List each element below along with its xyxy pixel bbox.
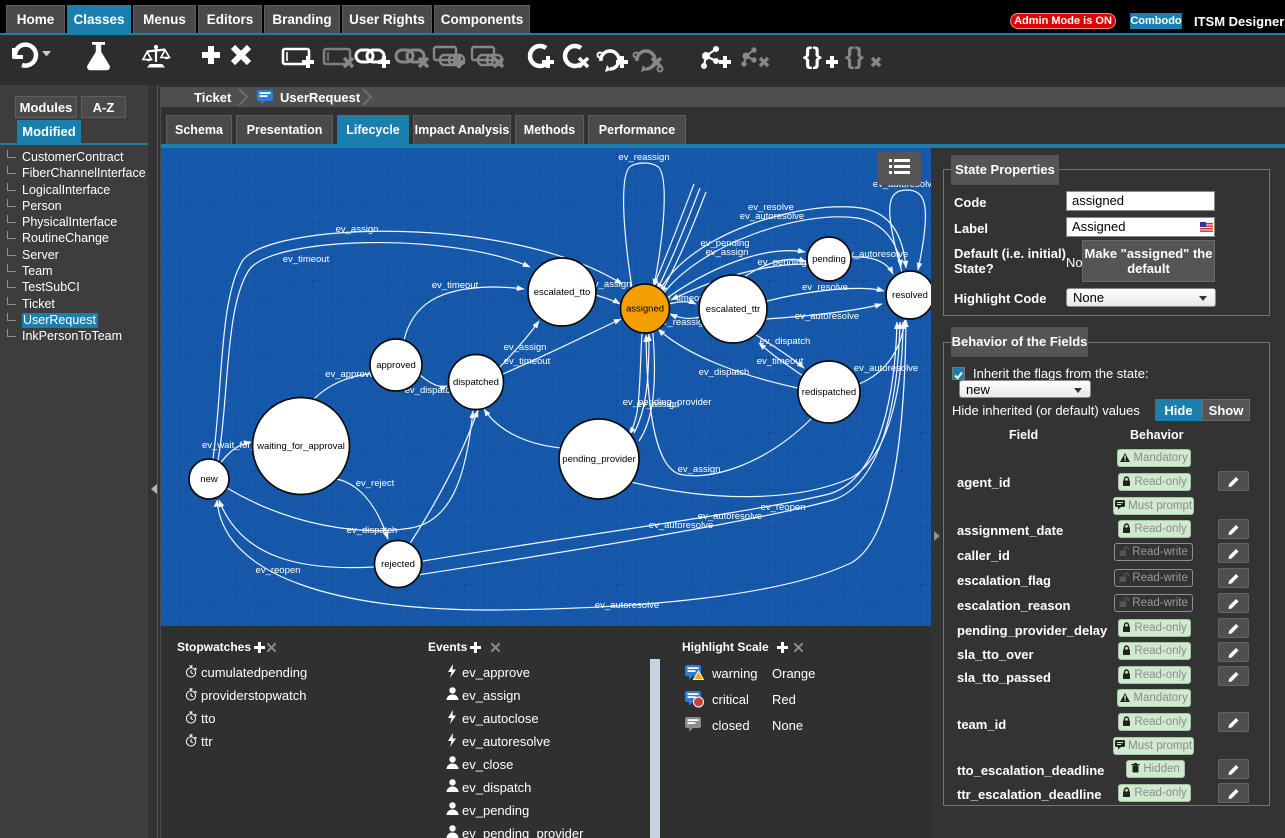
svg-text:ev_assign: ev_assign <box>706 247 749 258</box>
svg-text:ev_dispatch: ev_dispatch <box>347 525 398 536</box>
svg-text:rejected: rejected <box>381 559 415 570</box>
svg-text:ev_reassign: ev_reassign <box>618 152 669 163</box>
svg-text:ev_dispatch: ev_dispatch <box>699 367 750 378</box>
svg-text:ev_dispatch: ev_dispatch <box>405 385 456 396</box>
svg-text:pending: pending <box>812 254 846 265</box>
svg-text:{}: {} <box>803 43 822 70</box>
svg-text:new: new <box>200 474 218 485</box>
svg-text:ev_reject: ev_reject <box>356 478 395 489</box>
svg-text:ev_autoresolve: ev_autoresolve <box>740 211 804 222</box>
svg-text:ev_assign: ev_assign <box>678 464 721 475</box>
svg-text:escalated_tto: escalated_tto <box>534 287 591 298</box>
svg-text:approved: approved <box>376 360 416 371</box>
svg-text:ev_autoresolve: ev_autoresolve <box>795 311 859 322</box>
svg-text:ev_assign: ev_assign <box>504 342 547 353</box>
svg-text:assigned: assigned <box>626 304 664 315</box>
svg-text:ev_autoresolve: ev_autoresolve <box>595 600 659 611</box>
svg-text:ev_pending: ev_pending <box>757 257 806 268</box>
svg-text:escalated_ttr: escalated_ttr <box>706 304 760 315</box>
svg-text:ev_approve: ev_approve <box>325 369 375 380</box>
svg-text:redispatched: redispatched <box>802 387 856 398</box>
svg-text:ev_assign: ev_assign <box>637 399 680 410</box>
svg-text:ev_timeout: ev_timeout <box>432 280 479 291</box>
svg-text:ev_autoresolve: ev_autoresolve <box>844 249 908 260</box>
svg-text:ev_timeout: ev_timeout <box>504 356 551 367</box>
svg-text:ev_dispatch: ev_dispatch <box>760 336 811 347</box>
svg-text:ev_reopen: ev_reopen <box>256 565 301 576</box>
svg-text:resolved: resolved <box>892 290 928 301</box>
svg-text:ev_autoresolve: ev_autoresolve <box>854 363 918 374</box>
svg-text:ev_resolve: ev_resolve <box>802 282 848 293</box>
svg-text:{}: {} <box>845 43 864 70</box>
svg-text:waiting_for_approval: waiting_for_approval <box>256 441 345 452</box>
svg-text:ev_reopen: ev_reopen <box>761 502 806 513</box>
svg-text:pending_provider: pending_provider <box>562 454 635 465</box>
svg-text:ev_timeout: ev_timeout <box>283 254 330 265</box>
svg-text:ev_autoresolve: ev_autoresolve <box>649 520 713 531</box>
svg-text:dispatched: dispatched <box>453 377 499 388</box>
svg-text:ev_assign: ev_assign <box>336 224 379 235</box>
svg-text:ev_timeout: ev_timeout <box>757 356 804 367</box>
